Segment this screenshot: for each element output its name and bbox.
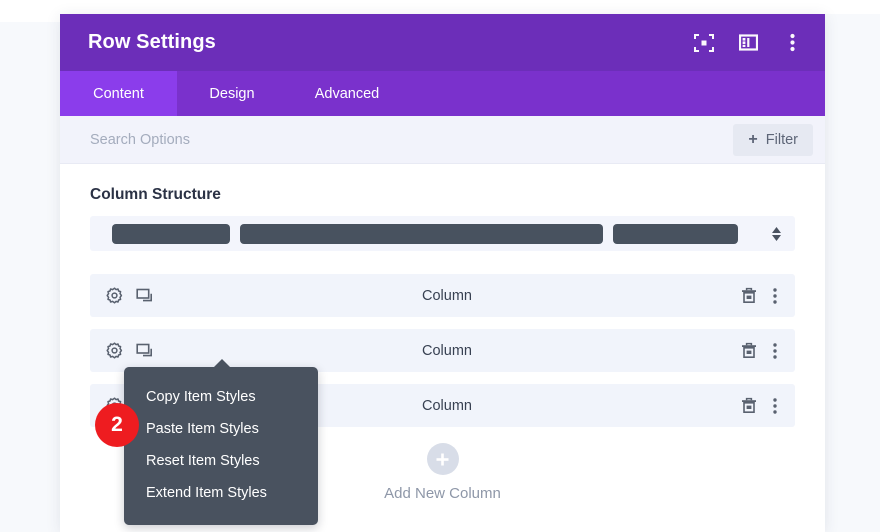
structure-stepper[interactable] (767, 227, 785, 241)
row-overflow-menu-icon[interactable] (773, 343, 777, 359)
row-right-actions (741, 342, 777, 359)
row-right-actions (741, 397, 777, 414)
tab-design[interactable]: Design (177, 71, 287, 116)
table-row[interactable]: Column (90, 329, 795, 372)
row-label: Column (153, 288, 741, 304)
structure-bar-1 (112, 224, 230, 244)
row-label: Column (153, 343, 741, 359)
menu-item-reset-item-styles[interactable]: Reset Item Styles (124, 445, 318, 477)
trash-icon[interactable] (741, 342, 757, 359)
row-overflow-menu-icon[interactable] (773, 398, 777, 414)
structure-bar-2 (240, 224, 603, 244)
search-input[interactable] (90, 132, 733, 148)
vertical-dots-icon[interactable] (781, 32, 803, 54)
plus-icon: + (748, 132, 757, 148)
page-top-strip (0, 0, 880, 14)
filter-button-label: Filter (766, 132, 798, 148)
duplicate-icon[interactable] (136, 287, 153, 304)
page-title: Row Settings (88, 31, 693, 54)
menu-item-extend-item-styles[interactable]: Extend Item Styles (124, 477, 318, 509)
item-styles-context-menu: Copy Item Styles Paste Item Styles Reset… (124, 367, 318, 525)
tab-bar: Content Design Advanced (60, 71, 825, 116)
row-left-actions (106, 287, 153, 304)
menu-item-paste-item-styles[interactable]: Paste Item Styles (124, 413, 318, 445)
layout-panel-icon[interactable] (737, 32, 759, 54)
gear-icon[interactable] (106, 342, 123, 359)
focus-target-icon[interactable] (693, 32, 715, 54)
plus-circle-icon (427, 443, 459, 475)
step-badge: 2 (95, 403, 139, 447)
duplicate-icon[interactable] (136, 342, 153, 359)
page-corner-white (0, 0, 60, 22)
row-left-actions (106, 342, 153, 359)
section-title-column-structure: Column Structure (90, 186, 795, 204)
modal-header: Row Settings (60, 14, 825, 71)
trash-icon[interactable] (741, 397, 757, 414)
menu-item-copy-item-styles[interactable]: Copy Item Styles (124, 381, 318, 413)
search-bar: + Filter (60, 116, 825, 164)
add-new-column-label: Add New Column (384, 485, 501, 502)
tab-advanced[interactable]: Advanced (287, 71, 407, 116)
header-actions (693, 32, 803, 54)
table-row[interactable]: Column (90, 274, 795, 317)
gear-icon[interactable] (106, 287, 123, 304)
tab-content[interactable]: Content (60, 71, 177, 116)
column-structure-picker[interactable] (90, 216, 795, 251)
trash-icon[interactable] (741, 287, 757, 304)
row-right-actions (741, 287, 777, 304)
filter-button[interactable]: + Filter (733, 124, 813, 156)
row-overflow-menu-icon[interactable] (773, 288, 777, 304)
structure-bar-3 (613, 224, 738, 244)
